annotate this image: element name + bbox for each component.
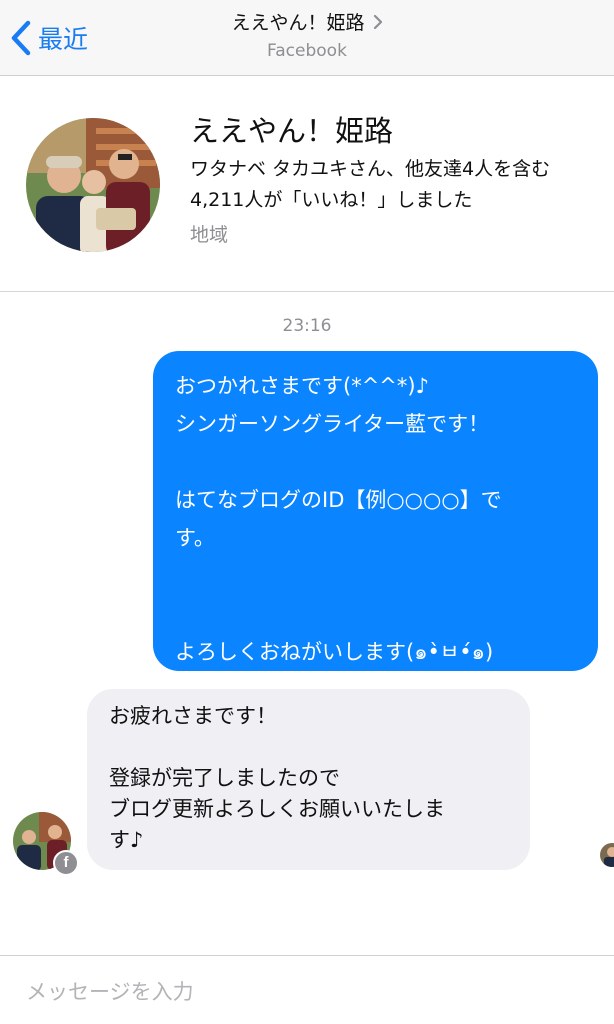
message-timestamp: 23:16 [282,316,332,336]
chevron-right-icon [373,14,382,29]
page-avatar-photo [26,118,160,252]
conversation-subtitle: Facebook [267,41,347,61]
incoming-message-bubble[interactable]: お疲れさまです！ 登録が完了しましたので ブログ更新よろしくお願いいたしま す♪ [87,689,530,870]
message-line: 登録が完了しましたので [109,766,340,790]
message-line: おつかれさまです(*^^*)♪ [175,374,429,398]
sender-avatar[interactable]: f [13,812,79,876]
message-line: す♪ [109,828,144,852]
page-profile-header: ええやん！姫路 ワタナベ タカユキさん、他友達4人を含む 4,211人が「いいね… [0,76,614,292]
message-line: す。 [175,526,215,550]
read-receipt-avatar [600,843,614,867]
likes-summary-line: ワタナベ タカユキさん、他友達4人を含む [190,158,551,180]
likes-summary-line: 4,211人が「いいね！」しました [190,189,473,211]
page-likes-summary: ワタナベ タカユキさん、他友達4人を含む 4,211人が「いいね！」しました [190,154,610,216]
outgoing-message-bubble[interactable]: おつかれさまです(*^^*)♪ シンガーソングライター藍です！ はてなブログのI… [153,351,598,671]
nav-title-block: ええやん！姫路 Facebook [0,8,614,61]
conversation-title: ええやん！姫路 [231,12,365,34]
navigation-bar: 最近 ええやん！姫路 Facebook [0,0,614,76]
message-line: よろしくおねがいします(๑•̀ㅂ•́๑) [175,640,494,664]
message-line: シンガーソングライター藍です！ [175,412,490,436]
page-name: ええやん！姫路 [190,114,394,148]
page-category: 地域 [190,224,229,246]
message-composer [0,955,614,1024]
message-line: はてなブログのID【例○○○○】で [175,488,502,512]
message-line: ブログ更新よろしくお願いいたしま [109,797,445,821]
message-input[interactable] [26,974,586,1010]
conversation-title-button[interactable]: ええやん！姫路 [231,8,382,35]
facebook-icon: f [53,850,79,876]
message-line: お疲れさまです！ [109,704,277,728]
page-avatar[interactable] [26,118,160,252]
